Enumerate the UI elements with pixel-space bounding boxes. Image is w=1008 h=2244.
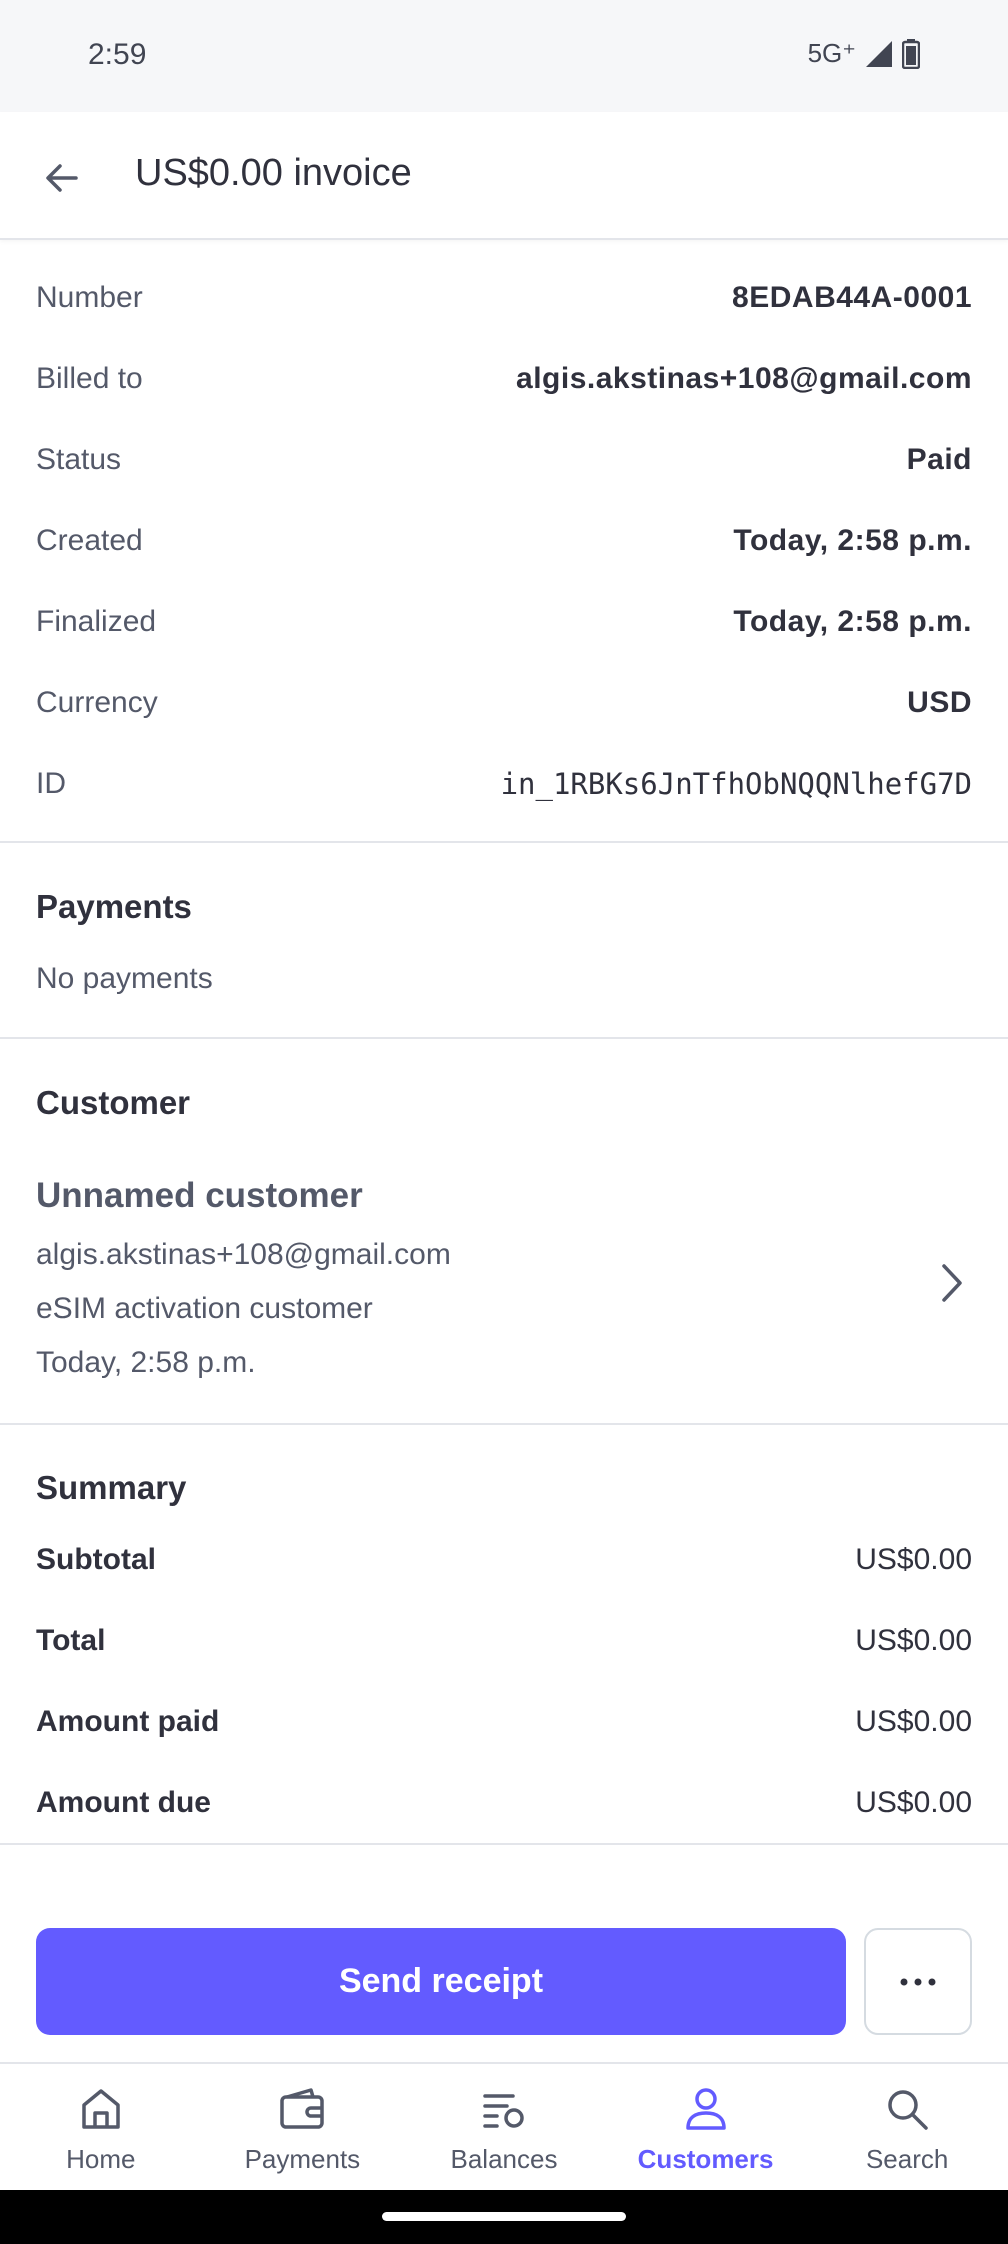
gesture-bar xyxy=(0,2190,1008,2244)
customer-email: algis.akstinas+108@gmail.com xyxy=(36,1238,451,1271)
detail-row-number: Number 8EDAB44A-0001 xyxy=(0,257,1008,338)
status-time: 2:59 xyxy=(88,38,147,71)
wallet-icon xyxy=(280,2088,325,2129)
detail-value: algis.akstinas+108@gmail.com xyxy=(516,361,972,395)
divider xyxy=(0,1423,1008,1425)
search-icon xyxy=(888,2090,928,2130)
payments-section-title: Payments xyxy=(36,888,192,925)
detail-row-currency: Currency USD xyxy=(0,662,1008,743)
network-type: 5G⁺ xyxy=(807,38,856,68)
detail-value: Today, 2:58 p.m. xyxy=(733,604,972,638)
detail-value: 8EDAB44A-0001 xyxy=(732,280,972,314)
summary-value: US$0.00 xyxy=(855,1624,972,1657)
summary-row-subtotal: Subtotal US$0.00 xyxy=(36,1530,972,1590)
back-button[interactable] xyxy=(36,152,88,204)
summary-label: Amount paid xyxy=(36,1705,220,1738)
app-bar: US$0.00 invoice xyxy=(0,112,1008,240)
summary-row-amount-due: Amount due US$0.00 xyxy=(36,1773,972,1833)
detail-label: Currency xyxy=(36,685,158,719)
detail-label: Number xyxy=(36,280,143,314)
invoice-id-value: in_1RBKs6JnTfhObNQQNlhefG7D xyxy=(500,766,972,801)
detail-label: ID xyxy=(36,766,66,800)
summary-label: Amount due xyxy=(36,1786,211,1819)
chevron-right-icon xyxy=(942,1264,962,1302)
summary-section-title: Summary xyxy=(36,1469,187,1506)
more-options-button[interactable] xyxy=(864,1928,972,2035)
detail-row-finalized: Finalized Today, 2:58 p.m. xyxy=(0,581,1008,662)
summary-label: Subtotal xyxy=(36,1543,156,1576)
bottom-navigation: Home Payments Balances Customers Search xyxy=(0,2062,1008,2190)
detail-row-status: Status Paid xyxy=(0,419,1008,500)
signal-icon xyxy=(866,40,892,67)
summary-value: US$0.00 xyxy=(855,1543,972,1576)
nav-label: Search xyxy=(865,2144,949,2174)
detail-label: Status xyxy=(36,442,122,476)
summary-value: US$0.00 xyxy=(855,1786,972,1819)
nav-item-customers[interactable]: Customers xyxy=(605,2064,807,2190)
detail-row-created: Created Today, 2:58 p.m. xyxy=(0,500,1008,581)
divider xyxy=(0,1843,1008,1845)
summary-value: US$0.00 xyxy=(855,1705,972,1738)
nav-item-home[interactable]: Home xyxy=(0,2064,202,2190)
balances-icon xyxy=(483,2094,524,2128)
send-receipt-button[interactable]: Send receipt xyxy=(36,1928,846,2035)
nav-label: Balances xyxy=(450,2144,558,2174)
divider xyxy=(0,841,1008,843)
nav-item-search[interactable]: Search xyxy=(806,2064,1008,2190)
person-icon xyxy=(685,2088,726,2130)
detail-label: Billed to xyxy=(36,361,143,395)
battery-icon xyxy=(902,38,920,69)
status-bar: 2:59 5G⁺ xyxy=(0,0,1008,112)
detail-row-billed-to: Billed to algis.akstinas+108@gmail.com xyxy=(0,338,1008,419)
customer-name: Unnamed customer xyxy=(36,1176,363,1215)
customer-card[interactable]: Unnamed customer algis.akstinas+108@gmai… xyxy=(0,1160,1008,1422)
invoice-details: Number 8EDAB44A-0001 Billed to algis.aks… xyxy=(0,257,1008,824)
page-title: US$0.00 invoice xyxy=(135,152,412,194)
no-payments-text: No payments xyxy=(36,962,213,995)
nav-label: Home xyxy=(66,2144,136,2174)
nav-item-balances[interactable]: Balances xyxy=(403,2064,605,2190)
status-value: Paid xyxy=(906,442,972,476)
nav-label: Customers xyxy=(637,2144,774,2174)
home-gesture-handle[interactable] xyxy=(382,2212,626,2221)
status-indicators: 5G⁺ xyxy=(808,38,920,69)
divider xyxy=(0,1037,1008,1039)
detail-value: Today, 2:58 p.m. xyxy=(733,523,972,557)
nav-item-payments[interactable]: Payments xyxy=(202,2064,404,2190)
summary-row-amount-paid: Amount paid US$0.00 xyxy=(36,1692,972,1752)
detail-label: Finalized xyxy=(36,604,157,638)
detail-label: Created xyxy=(36,523,143,557)
more-horizontal-icon xyxy=(900,1978,936,1985)
customer-created: Today, 2:58 p.m. xyxy=(36,1346,256,1379)
home-icon xyxy=(82,2089,120,2129)
summary-label: Total xyxy=(36,1624,106,1657)
nav-label: Payments xyxy=(244,2144,361,2174)
detail-value: USD xyxy=(907,685,972,719)
customer-description: eSIM activation customer xyxy=(36,1292,373,1325)
customer-section-title: Customer xyxy=(36,1084,191,1121)
detail-row-id: ID in_1RBKs6JnTfhObNQQNlhefG7D xyxy=(0,743,1008,824)
summary-row-total: Total US$0.00 xyxy=(36,1611,972,1671)
arrow-left-icon xyxy=(46,164,78,192)
